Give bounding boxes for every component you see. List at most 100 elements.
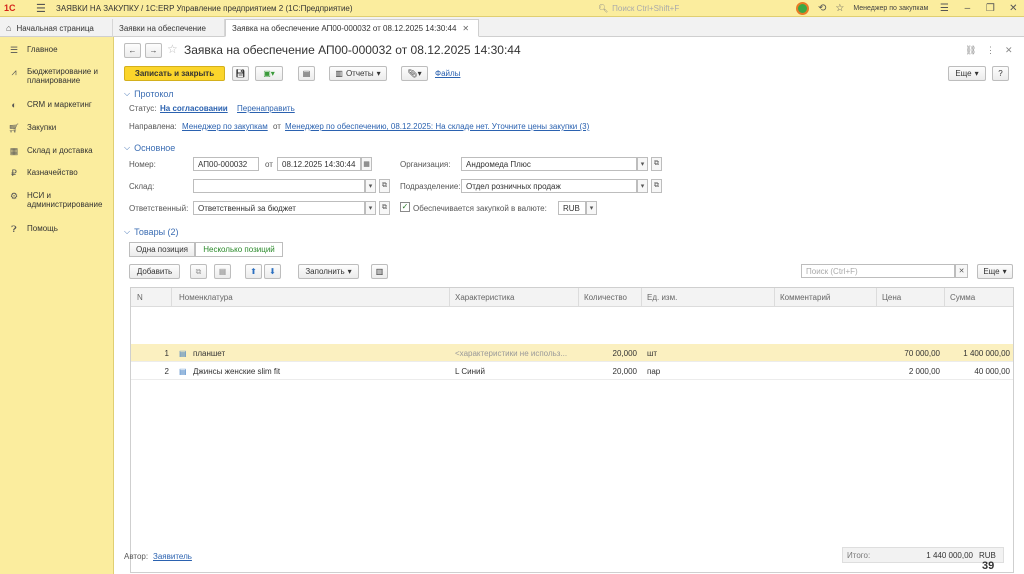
close-tab-icon[interactable]: ✕ [462, 24, 469, 33]
main-menu-icon[interactable]: ☰ [36, 2, 50, 15]
row-price[interactable]: 2 000,00 [881, 367, 940, 376]
sidebar-item-help[interactable]: ❓︎ Помощь [0, 224, 114, 234]
history-icon[interactable]: ⟲ [818, 3, 826, 14]
responsible-dropdown-icon[interactable]: ▾ [365, 201, 376, 215]
organization-dropdown-icon[interactable]: ▾ [637, 157, 648, 171]
tab-requests-list[interactable]: Заявки на обеспечение [113, 19, 225, 37]
calendar-icon[interactable]: ▦ [361, 157, 372, 171]
column-header-sum[interactable]: Сумма [950, 293, 975, 302]
warehouse-dropdown-icon[interactable]: ▾ [365, 179, 376, 193]
protocol-section-toggle[interactable]: ⌵ Протокол [124, 89, 173, 99]
table-more-button[interactable]: Еще ▾ [977, 264, 1013, 279]
help-button[interactable]: ? [992, 66, 1009, 81]
current-user[interactable]: Менеджер по закупкам [853, 5, 928, 12]
sidebar-item-crm[interactable]: ◐ CRM и маркетинг [0, 100, 114, 110]
sidebar-item-treasury[interactable]: ₽ Казначейство [0, 168, 114, 178]
redirect-link[interactable]: Перенаправить [237, 104, 295, 113]
currency-dropdown-icon[interactable]: ▾ [586, 201, 597, 215]
division-label: Подразделение: [400, 182, 461, 191]
minimize-icon[interactable]: – [960, 3, 974, 14]
tab-request-document[interactable]: Заявка на обеспечение АП00-000032 от 08.… [225, 19, 479, 37]
sidebar-item-purchases[interactable]: 🛒︎ Закупки [0, 123, 114, 133]
more-vertical-icon[interactable]: ⋮ [986, 45, 995, 56]
move-up-button[interactable]: ⬆ [245, 264, 262, 279]
organization-field[interactable]: Андромеда Плюс [461, 157, 637, 171]
favorites-icon[interactable]: ☆ [835, 3, 844, 14]
copy-row-button[interactable]: ⧉ [190, 264, 207, 279]
main-section-title: Основное [134, 143, 176, 153]
row-characteristic[interactable]: L Синий [455, 367, 485, 376]
sidebar-item-label: Закупки [27, 123, 57, 132]
add-row-button[interactable]: Добавить [129, 264, 180, 279]
column-header-comment[interactable]: Комментарий [780, 293, 830, 302]
close-window-icon[interactable]: ✕ [1006, 3, 1020, 14]
create-based-on-button[interactable]: ▣▾ [255, 66, 283, 81]
column-header-n[interactable]: N [137, 293, 143, 302]
division-dropdown-icon[interactable]: ▾ [637, 179, 648, 193]
row-price[interactable]: 70 000,00 [881, 349, 940, 358]
sidebar-item-warehouse[interactable]: ▦ Склад и доставка [0, 146, 114, 156]
responsible-field[interactable]: Ответственный за бюджет [193, 201, 365, 215]
files-link[interactable]: Файлы [435, 69, 460, 78]
row-unit[interactable]: шт [647, 349, 657, 358]
barcode-button[interactable]: ▥ [371, 264, 388, 279]
table-search-input[interactable]: Поиск (Ctrl+F) [801, 264, 955, 278]
date-field[interactable]: 08.12.2025 14:30:44 [277, 157, 361, 171]
fill-button[interactable]: Заполнить ▾ [298, 264, 359, 279]
save-button[interactable]: 💾︎ [232, 66, 249, 81]
column-header-unit[interactable]: Ед. изм. [647, 293, 677, 302]
global-search[interactable]: 🔍︎ Поиск Ctrl+Shift+F [598, 2, 786, 15]
forward-button[interactable]: → [145, 43, 162, 58]
sidebar-item-budgeting[interactable]: ⩘ Бюджетирование и планирование [0, 67, 114, 85]
sent-detail-link[interactable]: Менеджер по обеспечению, 08.12.2025: На … [285, 122, 589, 131]
sent-from-link[interactable]: Менеджер по закупкам [182, 122, 268, 131]
notifications-icon[interactable] [796, 2, 809, 15]
global-search-placeholder: Поиск Ctrl+Shift+F [612, 4, 680, 13]
status-link[interactable]: На согласовании [160, 104, 228, 113]
move-down-button[interactable]: ⬇ [264, 264, 281, 279]
link-icon[interactable]: ⛓ [965, 45, 976, 56]
sidebar-item-nsi[interactable]: ⚙ НСИ и администрирование [0, 191, 114, 209]
row-item[interactable]: Джинсы женские slim fit [193, 367, 280, 376]
mode-one-position-button[interactable]: Одна позиция [129, 242, 195, 257]
table-row[interactable]: 1 ▤ планшет <характеристики не использ..… [131, 344, 1013, 362]
reports-button[interactable]: ▥ Отчеты ▾ [329, 66, 387, 81]
table-row[interactable]: 2 ▤ Джинсы женские slim fit L Синий 20,0… [131, 362, 1013, 380]
main-section-toggle[interactable]: ⌵ Основное [124, 143, 175, 153]
row-qty[interactable]: 20,000 [581, 349, 637, 358]
restore-icon[interactable]: ❐ [983, 3, 997, 14]
row-unit[interactable]: пар [647, 367, 660, 376]
save-and-close-button[interactable]: Записать и закрыть [124, 66, 225, 81]
currency-checkbox[interactable]: ✓ [400, 202, 410, 212]
number-label: Номер: [129, 160, 156, 169]
more-button[interactable]: Еще ▾ [948, 66, 986, 81]
author-link[interactable]: Заявитель [153, 552, 192, 561]
back-button[interactable]: ← [124, 43, 141, 58]
responsible-open-icon[interactable]: ⧉ [379, 201, 390, 215]
attach-button[interactable]: 📎︎▾ [401, 66, 428, 81]
row-item[interactable]: планшет [193, 349, 225, 358]
delete-row-button[interactable]: ▦ [214, 264, 231, 279]
sidebar-item-main[interactable]: ☰ Главное [0, 45, 114, 55]
division-field[interactable]: Отдел розничных продаж [461, 179, 637, 193]
close-form-icon[interactable]: ✕ [1005, 45, 1013, 56]
row-qty[interactable]: 20,000 [581, 367, 637, 376]
column-header-characteristic[interactable]: Характеристика [455, 293, 514, 302]
row-characteristic[interactable]: <характеристики не использ... [455, 349, 567, 358]
clear-search-icon[interactable]: ✕ [955, 264, 968, 278]
print-button[interactable]: ▤ [298, 66, 315, 81]
column-header-item[interactable]: Номенклатура [179, 293, 233, 302]
warehouse-open-icon[interactable]: ⧉ [379, 179, 390, 193]
column-header-qty[interactable]: Количество [584, 293, 627, 302]
favorite-star-icon[interactable]: ☆ [167, 42, 178, 56]
goods-section-toggle[interactable]: ⌵ Товары (2) [124, 227, 179, 237]
warehouse-field[interactable] [193, 179, 365, 193]
currency-field[interactable]: RUB [558, 201, 586, 215]
tab-home[interactable]: ⌂ Начальная страница [0, 19, 113, 37]
column-header-price[interactable]: Цена [882, 293, 901, 302]
mode-many-positions-button[interactable]: Несколько позиций [195, 242, 283, 257]
settings-menu-icon[interactable]: ☰ [937, 3, 951, 14]
division-open-icon[interactable]: ⧉ [651, 179, 662, 193]
organization-open-icon[interactable]: ⧉ [651, 157, 662, 171]
number-field[interactable]: АП00-000032 [193, 157, 259, 171]
